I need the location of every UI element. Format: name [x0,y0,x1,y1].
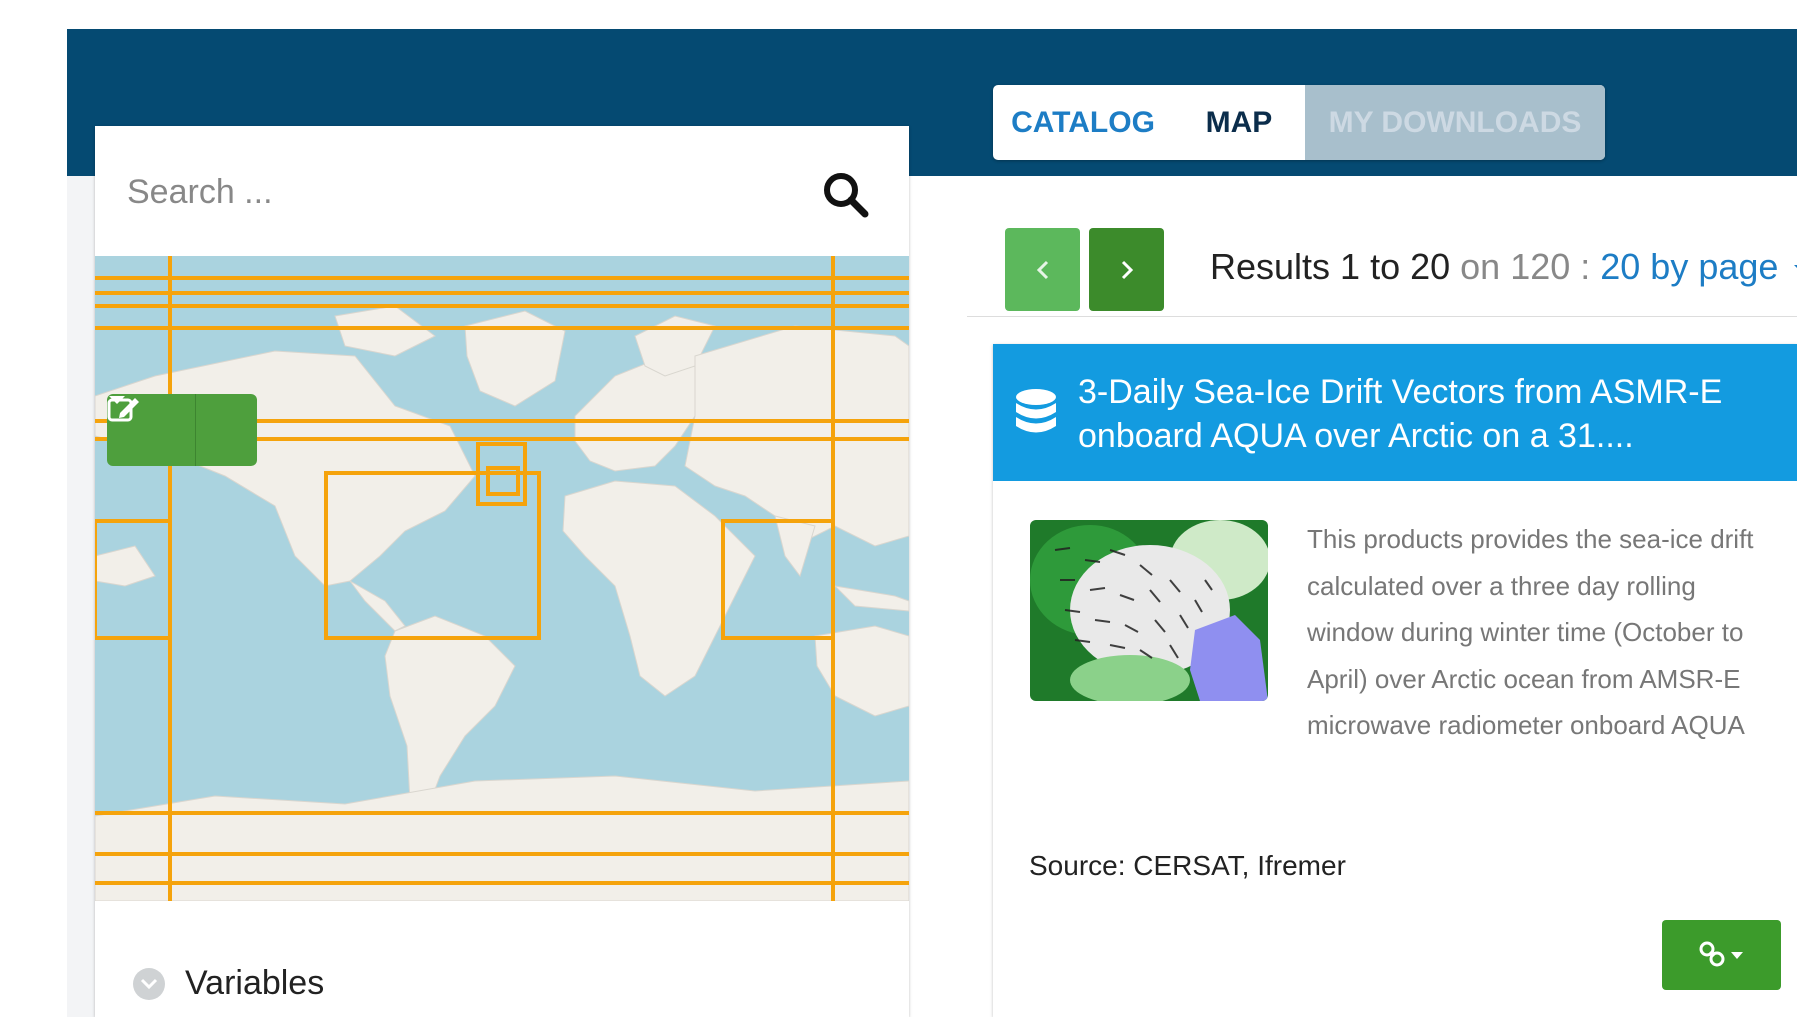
draw-dropdown-button[interactable] [109,394,257,466]
per-page-caret-icon[interactable] [1792,263,1797,275]
results-total: on 120 : [1450,246,1601,287]
page-background [67,176,95,1017]
result-card-header[interactable]: 3-Daily Sea-Ice Drift Vectors from ASMR-… [993,344,1797,481]
world-map [95,256,909,901]
next-page-button[interactable] [1089,228,1164,311]
draw-tool-group [107,394,257,466]
result-title[interactable]: 3-Daily Sea-Ice Drift Vectors from ASMR-… [1078,370,1778,458]
chevron-right-icon [1121,260,1133,279]
view-tabs: CATALOG MAP MY DOWNLOADS [993,85,1605,160]
results-summary: Results 1 to 20 on 120 : 20 by page [1210,246,1797,288]
results-range: 1 to 20 [1340,246,1451,287]
results-prefix: Results [1210,246,1341,287]
chevron-left-icon [1036,260,1048,279]
map-view[interactable]: i [95,256,909,901]
result-source: Source: CERSAT, Ifremer [1029,850,1346,881]
result-links-button[interactable] [1662,920,1781,990]
search-input[interactable] [125,166,769,218]
result-description: This products provides the sea-ice drift… [1307,524,1754,740]
tab-catalog[interactable]: CATALOG [993,85,1173,160]
search-bar [95,126,909,256]
result-card: 3-Daily Sea-Ice Drift Vectors from ASMR-… [993,344,1797,1017]
caret-down-icon [109,396,125,404]
variables-label: Variables [185,964,325,1002]
divider [967,316,1797,317]
previous-page-button[interactable] [1005,228,1080,311]
per-page-dropdown[interactable]: 20 by page [1600,246,1778,287]
search-icon[interactable] [821,170,871,220]
result-thumbnail[interactable] [1030,520,1268,701]
chevron-down-icon [133,967,165,1000]
database-icon [1016,389,1056,433]
tab-my-downloads[interactable]: MY DOWNLOADS [1305,85,1605,160]
tab-map[interactable]: MAP [1173,85,1305,160]
link-icon [1699,941,1743,967]
search-panel: i Variables [95,126,909,1017]
sea-ice-thumbnail-image [1030,520,1268,701]
variables-filter[interactable]: Variables [133,964,324,1003]
